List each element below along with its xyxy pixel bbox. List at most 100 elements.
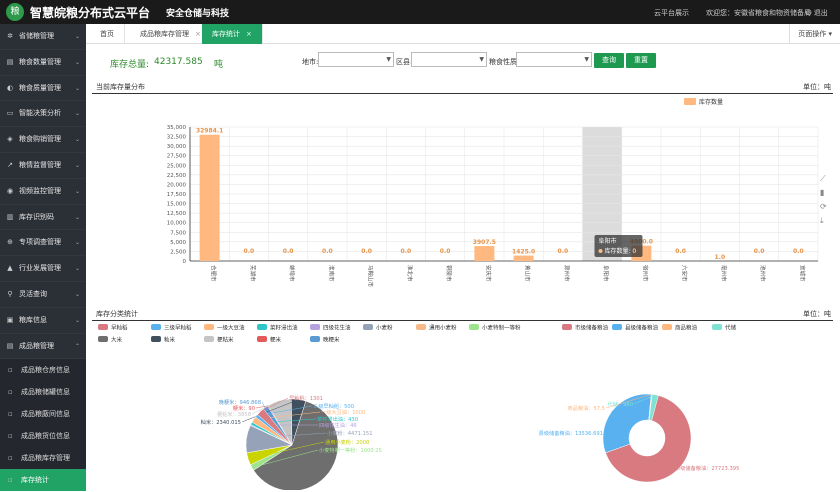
grain-nature-select[interactable]: ▼ — [516, 52, 592, 67]
sidebar-subitem[interactable]: ▫成品粮货位信息 — [0, 425, 86, 447]
chevron-icon: ⌄ — [75, 101, 80, 127]
sidebar-item-label: 行业发展管理 — [19, 264, 61, 272]
sidebar-subitem[interactable]: ▫成品粮仓房信息 — [0, 359, 86, 381]
menu-icon: ▤ — [6, 334, 14, 360]
chevron-icon: ⌄ — [75, 205, 80, 231]
bar-value-label: 32984.1 — [196, 128, 223, 135]
district-label: 区县: — [396, 57, 412, 67]
x-tick-label: 宿州市 — [641, 265, 649, 282]
sidebar-item-label: 粮食购销管理 — [19, 135, 61, 143]
legend-swatch — [310, 324, 320, 330]
slice-label: 小麦特制一等粉：1000.25 — [319, 446, 382, 454]
sidebar-item-label: 省储粮管理 — [19, 32, 54, 40]
y-tick-label: 22,500 — [167, 173, 187, 179]
tab-home[interactable]: 首页 — [90, 24, 125, 44]
logo-icon: 粮 — [6, 3, 24, 21]
menu-icon: ▤ — [6, 50, 14, 76]
sidebar-subitem[interactable]: ▫库存统计 — [0, 469, 86, 491]
tab-label: 库存统计 — [212, 30, 240, 38]
bar — [474, 246, 494, 261]
bar-value-label: 0.0 — [558, 248, 569, 255]
sidebar-item[interactable]: ↗粮情监督管理⌄ — [0, 153, 86, 179]
sidebar-item[interactable]: ⚲灵活查询⌄ — [0, 282, 86, 308]
bar-value-label: 0.0 — [322, 248, 333, 255]
bar-section-title: 当前库存量分布 — [96, 82, 145, 92]
legend-label: 一级大豆油 — [217, 324, 245, 332]
reset-button[interactable]: 重置 — [626, 53, 656, 68]
y-tick-label: 20,000 — [167, 182, 187, 188]
query-button[interactable]: 查询 — [594, 53, 624, 68]
city-select[interactable]: ▼ — [318, 52, 394, 67]
sidebar-item[interactable]: ▲行业发展管理⌄ — [0, 256, 86, 282]
top-bar: 粮 智慧皖粮分布式云平台 安全仓储与科技 云平台展示 欢迎您：安徽省粮食和物资储… — [0, 0, 840, 24]
sidebar-item[interactable]: ⊕专项调查管理⌄ — [0, 230, 86, 256]
sidebar-item[interactable]: ▣粮库信息⌄ — [0, 308, 86, 334]
district-select[interactable]: ▼ — [411, 52, 487, 67]
bar-value-label: 0.0 — [675, 248, 686, 255]
sidebar-item[interactable]: ✲省储粮管理⌄ — [0, 24, 86, 50]
chevron-icon: ⌄ — [75, 179, 80, 205]
sidebar-item[interactable]: ◈粮食购销管理⌄ — [0, 127, 86, 153]
chevron-icon: ⌄ — [75, 230, 80, 256]
legend-label: 籼米 — [164, 336, 176, 344]
legend-swatch — [257, 336, 267, 342]
sidebar-item-label: 粮库信息 — [19, 316, 47, 324]
line-icon[interactable]: ⟋ — [820, 174, 826, 184]
pie-svg: 早籼稻三级早籼稻一级大豆油菜籽浸出油四级花生油小麦粉通用小麦粉小麦特制一等粉大米… — [92, 320, 833, 490]
x-tick-label: 安庆市 — [484, 265, 492, 282]
tooltip-marker — [599, 249, 603, 253]
x-tick-label: 六安市 — [681, 265, 689, 282]
y-tick-label: 30,000 — [167, 144, 187, 150]
legend-swatch — [151, 324, 161, 330]
slice-label: 晚粳米：946.868 — [219, 398, 261, 406]
city-label: 地市: — [302, 57, 318, 67]
sidebar-item[interactable]: ◉视频监控管理⌄ — [0, 179, 86, 205]
legend-swatch — [684, 98, 696, 105]
cloud-showcase-link[interactable]: 云平台展示 — [654, 8, 689, 18]
x-tick-label: 铜陵市 — [445, 265, 453, 282]
tab-inventory-stats[interactable]: 库存统计 × — [202, 24, 263, 44]
sidebar-item-label: 库存识别码 — [19, 213, 54, 221]
sidebar-item[interactable]: ▭智能决策分析⌄ — [0, 101, 86, 127]
logout-button[interactable]: ⏻ 退出 — [806, 8, 828, 18]
tab-bar: 首页 成品粮库存管理× 库存统计 × 页面操作 ▾ — [86, 24, 840, 44]
close-icon[interactable]: × — [195, 30, 201, 38]
sidebar-item[interactable]: ▤粮食数量管理⌄ — [0, 50, 86, 76]
sidebar-subitem[interactable]: ▫成品粮储罐信息 — [0, 381, 86, 403]
legend-label: 大米 — [111, 336, 123, 344]
legend-swatch — [151, 336, 161, 342]
bar — [514, 256, 534, 261]
menu-icon: ◈ — [6, 127, 14, 153]
sidebar-item[interactable]: ▥ 库存识别码 ⌄ — [0, 205, 86, 231]
bar-value-label: 0.0 — [361, 248, 372, 255]
legend-label: 县级储备粮油 — [625, 324, 659, 332]
close-icon[interactable]: × — [246, 30, 252, 38]
menu-icon: ▥ — [6, 205, 14, 231]
x-tick-label: 黄山市 — [524, 265, 532, 282]
sidebar-subitem-label: 成品粮库存管理 — [21, 454, 70, 462]
sidebar-subitem[interactable]: ▫成品粮廒间信息 — [0, 403, 86, 425]
menu-icon: ▣ — [6, 308, 14, 334]
chevron-icon: ⌄ — [75, 76, 80, 102]
bar-value-label: 1.0 — [715, 254, 726, 261]
legend-label: 粳米 — [270, 336, 282, 344]
y-tick-label: 10,000 — [167, 221, 187, 227]
y-tick-label: 25,000 — [167, 163, 187, 169]
x-tick-label: 淮南市 — [327, 265, 335, 282]
sidebar-item-label: 智能决策分析 — [19, 109, 61, 117]
legend-label: 晚粳米 — [323, 336, 340, 344]
tab-finished-grain-inventory[interactable]: 成品粮库存管理× — [130, 24, 212, 44]
save-icon[interactable]: ⤓ — [820, 216, 824, 226]
slice-label: 籼米：2340.015 — [201, 418, 241, 426]
y-tick-label: 15,000 — [167, 202, 187, 208]
restore-icon[interactable]: ⟳ — [820, 202, 827, 211]
sidebar-item[interactable]: ▤成品粮管理⌃ — [0, 334, 86, 360]
sidebar-item[interactable]: ◐粮食质量管理⌄ — [0, 76, 86, 102]
sidebar-subitem[interactable]: ▫成品粮库存管理 — [0, 447, 86, 469]
page-operations-dropdown[interactable]: 页面操作 ▾ — [789, 24, 840, 44]
bar-value-label: 3907.5 — [473, 239, 496, 246]
tooltip-title: 阜阳市 — [599, 237, 617, 245]
sidebar-subitem-label: 成品粮储罐信息 — [21, 388, 70, 396]
y-tick-label: 12,500 — [167, 211, 187, 217]
bar-icon[interactable]: ▮ — [820, 188, 824, 197]
